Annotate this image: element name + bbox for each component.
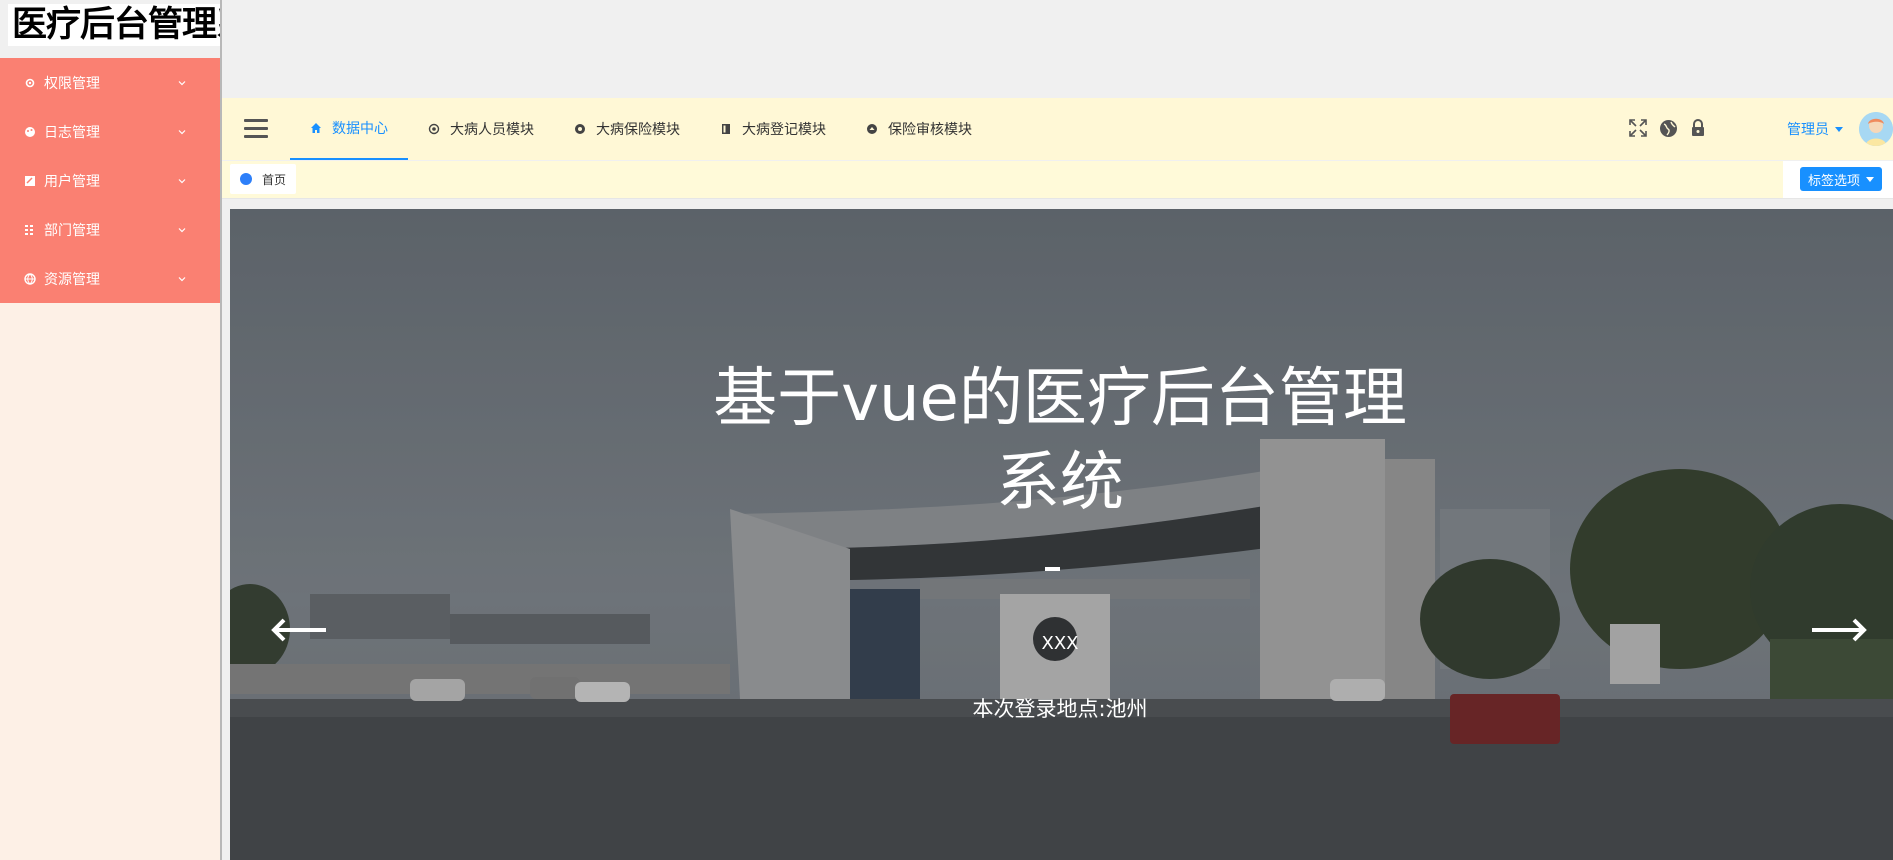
- tab-label: 大病人员模块: [450, 122, 534, 138]
- sidebar-item-label: 权限管理: [44, 75, 100, 92]
- tab-data-center[interactable]: 数据中心: [290, 98, 408, 160]
- logo-area: 医疗后台管理系统: [0, 0, 220, 58]
- carousel-prev-arrow-icon[interactable]: [268, 615, 328, 645]
- tab-label: 数据中心: [332, 121, 388, 137]
- chevron-down-icon: [178, 275, 186, 283]
- gear-icon: [24, 77, 36, 89]
- login-location: 本次登录地点:池州: [972, 697, 1148, 721]
- tag-options-area: 标签选项: [1783, 161, 1893, 198]
- palette-icon: [24, 126, 36, 138]
- sidebar-item-label: 资源管理: [44, 271, 100, 288]
- user-name-label: 管理员: [1787, 122, 1829, 138]
- tab-registration[interactable]: 大病登记模块: [700, 98, 846, 160]
- sidebar-item-label: 部门管理: [44, 222, 100, 239]
- avatar[interactable]: [1859, 112, 1893, 146]
- chevron-down-icon: [178, 226, 186, 234]
- sidebar-item-logs[interactable]: 日志管理: [0, 107, 220, 156]
- hero-carousel: 基于vue的医疗后台管理系统 XXX 本次登录地点:池州: [230, 209, 1893, 860]
- sidebar: 医疗后台管理系统 权限管理 日志管理 用户管理: [0, 0, 220, 860]
- carousel-subtitle: XXX: [1041, 633, 1079, 654]
- tag-label: 首页: [262, 172, 287, 187]
- fullscreen-icon[interactable]: [1628, 118, 1648, 138]
- user-menu[interactable]: 管理员: [1787, 119, 1843, 139]
- menu-toggle-icon[interactable]: [244, 119, 268, 139]
- home-icon: [310, 122, 322, 134]
- chevron-down-icon: [178, 177, 186, 185]
- lock-icon[interactable]: [1688, 118, 1708, 138]
- tab-label: 大病登记模块: [742, 122, 826, 138]
- caret-down-icon: [1866, 176, 1875, 182]
- globe-icon: [24, 272, 36, 285]
- tab-label: 保险审核模块: [888, 122, 972, 138]
- sidebar-item-label: 用户管理: [44, 173, 100, 190]
- eject-icon: [866, 123, 878, 135]
- sidebar-item-permissions[interactable]: 权限管理: [0, 58, 220, 107]
- carousel-next-arrow-icon[interactable]: [1810, 615, 1870, 645]
- carousel-title: 基于vue的医疗后台管理系统: [713, 362, 1407, 520]
- caret-down-icon: [1835, 126, 1843, 132]
- hospital-gate-photo: [230, 209, 1893, 860]
- tab-audit[interactable]: 保险审核模块: [846, 98, 992, 160]
- tag-options-label: 标签选项: [1808, 173, 1861, 189]
- shield-icon: [574, 123, 586, 135]
- globe-icon[interactable]: [1658, 118, 1678, 138]
- settings-icon: [428, 123, 440, 135]
- chevron-down-icon: [178, 79, 186, 87]
- carousel-dash: [1045, 567, 1060, 571]
- grid-icon: [24, 224, 36, 236]
- app-logo-text: 医疗后台管理系统: [8, 4, 220, 46]
- sidebar-menu: 权限管理 日志管理 用户管理 部门管理 资源管理: [0, 58, 220, 303]
- tab-patients[interactable]: 大病人员模块: [408, 98, 554, 160]
- top-nav-tabs: 数据中心 大病人员模块 大病保险模块 大病登记模块 保险审核模块: [290, 98, 992, 160]
- tag-active-dot: [240, 173, 252, 185]
- sidebar-item-label: 日志管理: [44, 124, 100, 141]
- sidebar-item-users[interactable]: 用户管理: [0, 156, 220, 205]
- tag-home[interactable]: 首页: [230, 164, 297, 194]
- top-header: 数据中心 大病人员模块 大病保险模块 大病登记模块 保险审核模块 管理员: [222, 98, 1893, 160]
- sidebar-item-resources[interactable]: 资源管理: [0, 254, 220, 303]
- tab-insurance[interactable]: 大病保险模块: [554, 98, 700, 160]
- edit-icon: [24, 175, 36, 187]
- tag-options-button[interactable]: 标签选项: [1800, 167, 1883, 191]
- tab-label: 大病保险模块: [596, 122, 680, 138]
- book-icon: [720, 123, 732, 135]
- header-tools: [1628, 118, 1708, 138]
- tags-bar: 首页 标签选项: [222, 161, 1893, 199]
- chevron-down-icon: [178, 128, 186, 136]
- sidebar-item-departments[interactable]: 部门管理: [0, 205, 220, 254]
